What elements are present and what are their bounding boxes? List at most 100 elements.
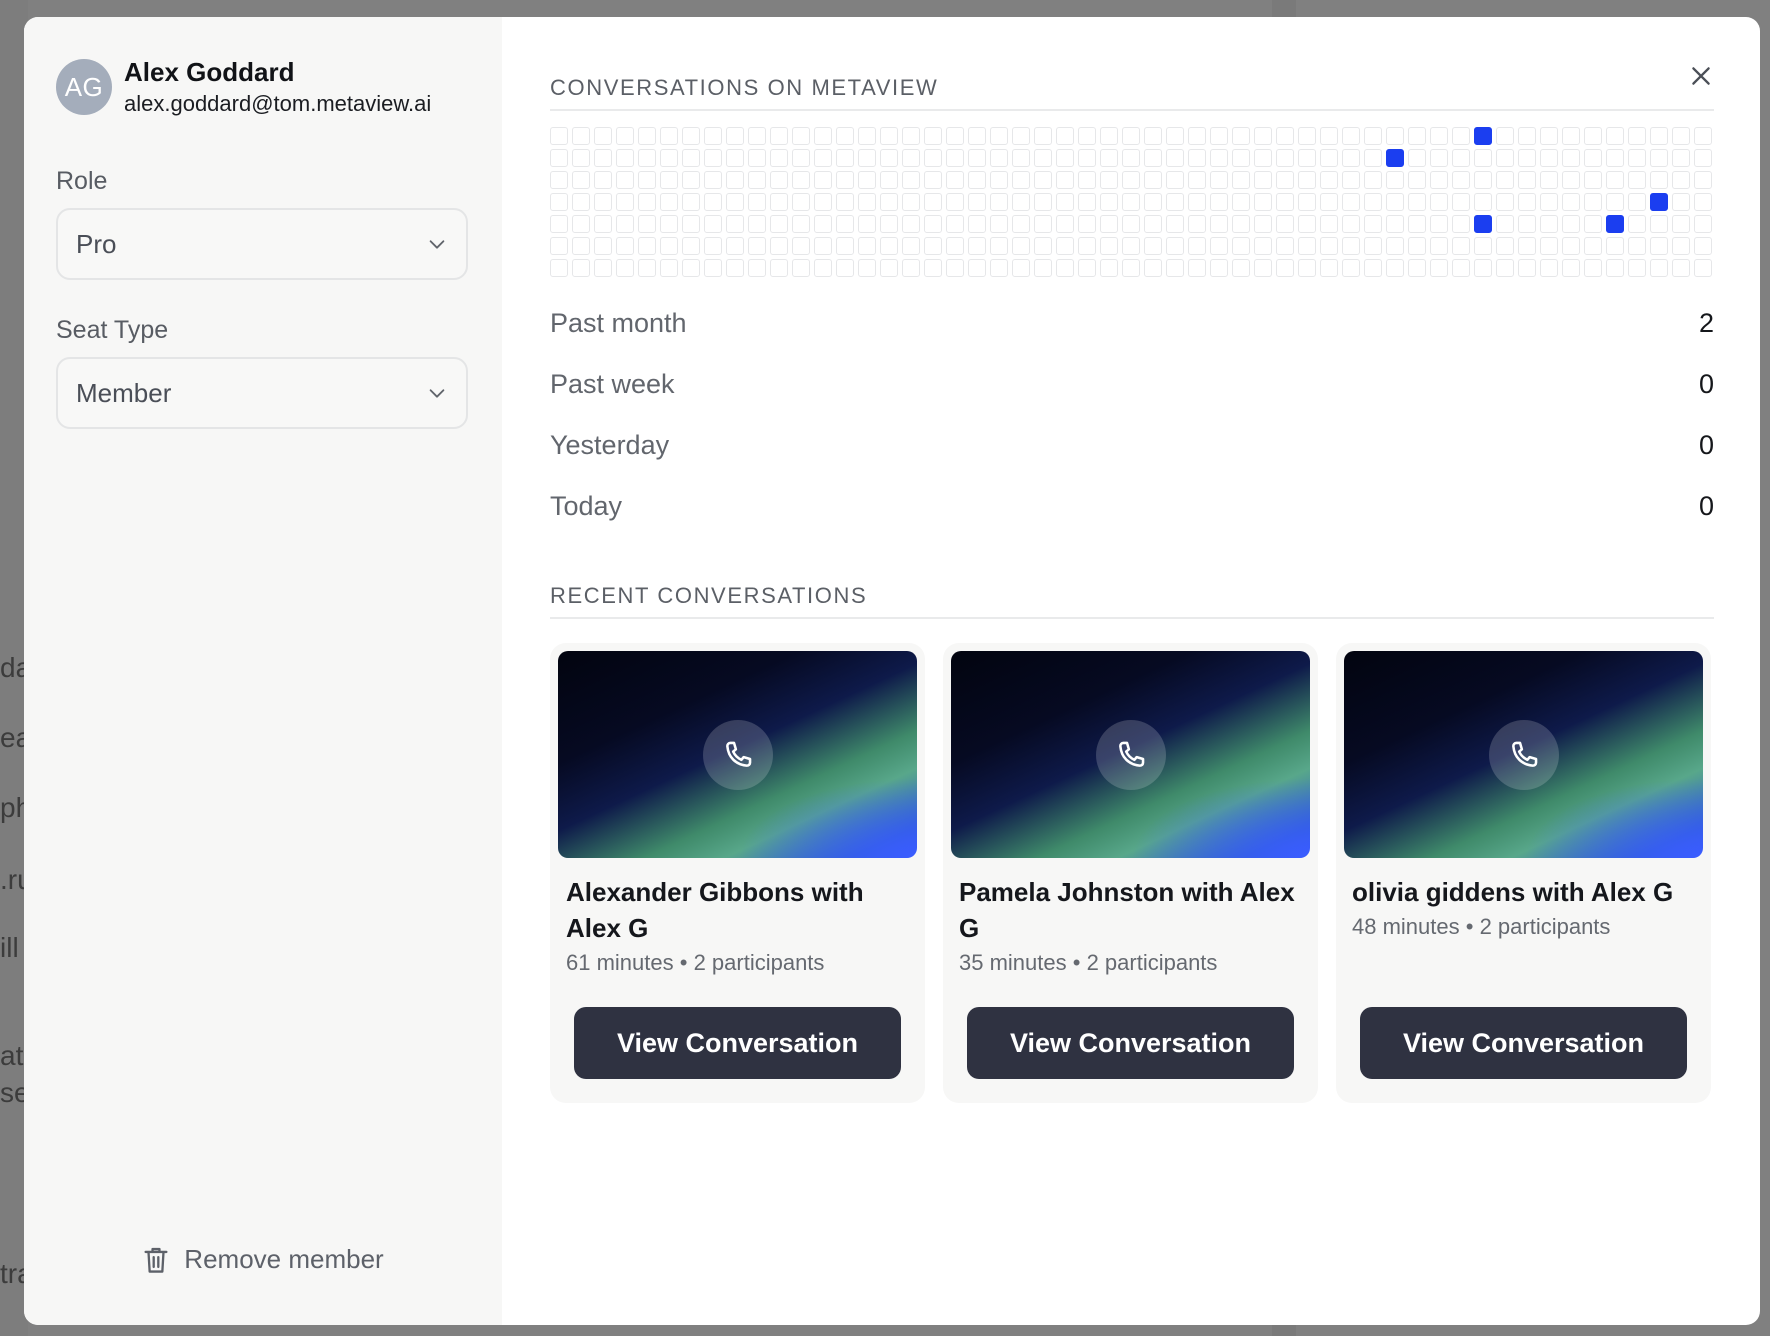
heatmap-cell (638, 193, 656, 211)
heatmap-cell (704, 215, 722, 233)
heatmap-cell (1452, 149, 1470, 167)
heatmap-cell (1210, 215, 1228, 233)
heatmap-cell (1650, 149, 1668, 167)
view-conversation-button[interactable]: View Conversation (967, 1007, 1294, 1079)
heatmap-cell (968, 127, 986, 145)
view-conversation-button[interactable]: View Conversation (1360, 1007, 1687, 1079)
heatmap-cell (704, 171, 722, 189)
heatmap-cell (770, 171, 788, 189)
heatmap-cell (572, 237, 590, 255)
heatmap-cell (660, 215, 678, 233)
heatmap-cell (1188, 237, 1206, 255)
conversation-card[interactable]: Alexander Gibbons with Alex G 61 minutes… (550, 643, 925, 1103)
heatmap-cell (1628, 259, 1646, 277)
heatmap-cell (1430, 149, 1448, 167)
heatmap-cell (902, 215, 920, 233)
heatmap-cell (1584, 193, 1602, 211)
heatmap-cell (1232, 149, 1250, 167)
heatmap-cell (1012, 127, 1030, 145)
heatmap-cell (1430, 237, 1448, 255)
heatmap-cell (924, 171, 942, 189)
heatmap-cell (1540, 259, 1558, 277)
heatmap-cell (1474, 149, 1492, 167)
heatmap-cell (858, 259, 876, 277)
heatmap-cell (704, 237, 722, 255)
heatmap-cell (968, 237, 986, 255)
heatmap-cell (1210, 237, 1228, 255)
conversation-participants: 2 participants (1479, 914, 1611, 939)
heatmap-cell (1078, 259, 1096, 277)
heatmap-cell (792, 127, 810, 145)
heatmap-cell (1650, 237, 1668, 255)
heatmap-cell (726, 215, 744, 233)
heatmap-cell (792, 149, 810, 167)
conversation-card[interactable]: Pamela Johnston with Alex G 35 minutes •… (943, 643, 1318, 1103)
heatmap-cell (748, 193, 766, 211)
heatmap-cell (748, 215, 766, 233)
heatmap-cell (1452, 171, 1470, 189)
heatmap-cell (616, 127, 634, 145)
heatmap-cell (792, 193, 810, 211)
background-text-fragment: ill (0, 932, 19, 963)
heatmap-cell (616, 259, 634, 277)
heatmap-cell (1452, 259, 1470, 277)
heatmap-cell (1298, 237, 1316, 255)
heatmap-cell (1694, 127, 1712, 145)
heatmap-cell (1606, 171, 1624, 189)
conversation-title: Pamela Johnston with Alex G (959, 877, 1295, 943)
activity-heatmap (550, 127, 1712, 277)
seat-type-select[interactable]: Member (56, 357, 468, 429)
heatmap-cell (594, 237, 612, 255)
heatmap-cell (1034, 193, 1052, 211)
role-select[interactable]: Pro (56, 208, 468, 280)
heatmap-cell (1584, 237, 1602, 255)
conversation-card[interactable]: olivia giddens with Alex G 48 minutes • … (1336, 643, 1711, 1103)
heatmap-cell (968, 259, 986, 277)
heatmap-cell (550, 149, 568, 167)
heatmap-cell (1518, 171, 1536, 189)
heatmap-cell (1694, 215, 1712, 233)
heatmap-cell (1562, 127, 1580, 145)
heatmap-cell (836, 171, 854, 189)
heatmap-cell (704, 193, 722, 211)
heatmap-cell (572, 215, 590, 233)
view-conversation-button[interactable]: View Conversation (574, 1007, 901, 1079)
heatmap-cell (1364, 171, 1382, 189)
heatmap-cell (946, 215, 964, 233)
heatmap-cell (1100, 127, 1118, 145)
heatmap-cell (1672, 149, 1690, 167)
heatmap-cell (1188, 193, 1206, 211)
heatmap-cell (704, 127, 722, 145)
heatmap-cell (1232, 193, 1250, 211)
heatmap-cell (1144, 237, 1162, 255)
heatmap-cell (792, 237, 810, 255)
heatmap-cell (858, 149, 876, 167)
heatmap-cell (1518, 215, 1536, 233)
heatmap-cell (1672, 259, 1690, 277)
heatmap-cell (946, 127, 964, 145)
conversation-meta: 48 minutes • 2 participants (1352, 914, 1611, 939)
heatmap-cell (572, 193, 590, 211)
heatmap-cell (1122, 259, 1140, 277)
remove-member-button[interactable]: Remove member (24, 1244, 502, 1275)
heatmap-cell (1144, 171, 1162, 189)
heatmap-cell (1540, 149, 1558, 167)
heatmap-cell (1056, 237, 1074, 255)
heatmap-cell (1584, 215, 1602, 233)
member-main-panel: CONVERSATIONS ON METAVIEW Past month 2 P… (502, 17, 1760, 1325)
heatmap-cell (1386, 193, 1404, 211)
heatmap-cell (814, 259, 832, 277)
heatmap-cell (1474, 237, 1492, 255)
heatmap-cell (1694, 171, 1712, 189)
heatmap-cell (682, 127, 700, 145)
heatmap-cell (726, 149, 744, 167)
heatmap-cell (1100, 215, 1118, 233)
background-text-fragment: ati (0, 1040, 24, 1071)
heatmap-cell (1430, 171, 1448, 189)
conversation-meta: 35 minutes • 2 participants (959, 950, 1218, 975)
heatmap-cell (968, 149, 986, 167)
close-button[interactable] (1684, 59, 1718, 93)
heatmap-cell (1606, 127, 1624, 145)
heatmap-cell (1078, 215, 1096, 233)
heatmap-cell (924, 215, 942, 233)
